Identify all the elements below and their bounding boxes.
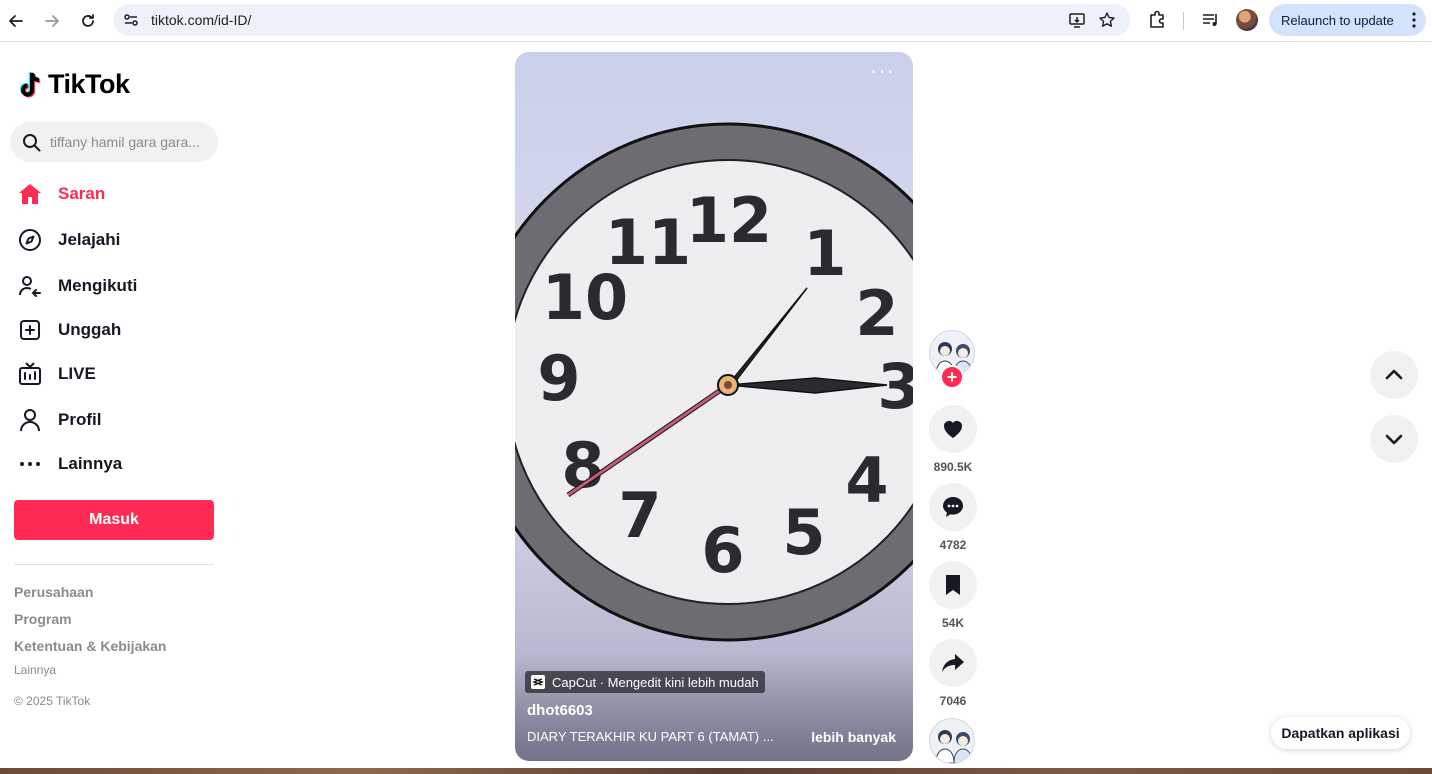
toolbar-divider xyxy=(1183,12,1184,30)
nav-label: Jelajahi xyxy=(58,230,121,249)
arrow-right-icon xyxy=(45,15,59,27)
media-controls-icon[interactable] xyxy=(1200,9,1222,31)
clock-number-3: 3 xyxy=(877,350,913,423)
footer-link-program[interactable]: Program xyxy=(14,611,72,627)
comment-count: 4782 xyxy=(939,538,967,552)
relaunch-label: Relaunch to update xyxy=(1281,12,1394,28)
nav-item-profil[interactable]: Profil xyxy=(18,404,101,436)
nav-label: Mengikuti xyxy=(58,276,138,295)
share-count: 7046 xyxy=(939,694,967,708)
clock-number-4: 4 xyxy=(845,444,888,517)
follow-button[interactable]: + xyxy=(940,365,964,389)
nav-item-mengikuti[interactable]: Mengikuti xyxy=(18,270,137,302)
chevron-up-icon xyxy=(1385,369,1403,380)
more-icon xyxy=(18,452,42,476)
comment-icon xyxy=(943,497,963,517)
nav-item-live[interactable]: LIVE xyxy=(18,358,96,390)
address-bar[interactable]: tiktok.com/id-ID/ xyxy=(114,4,1130,36)
clock-number-7: 7 xyxy=(618,479,661,552)
nav-item-saran[interactable]: Saran xyxy=(18,178,105,210)
video-more-options-icon[interactable]: ··· xyxy=(870,60,895,82)
nav-item-unggah[interactable]: Unggah xyxy=(18,314,121,346)
sidebar: TikTok Saran Jelajahi Mengikuti Unggah L… xyxy=(0,43,230,774)
nav-item-jelajahi[interactable]: Jelajahi xyxy=(18,224,120,256)
video-player[interactable]: 12 1 2 3 4 5 6 7 8 9 10 11 ··· CapCut · … xyxy=(515,52,913,761)
nav-label: Saran xyxy=(58,184,106,203)
next-video-avatar-image xyxy=(935,730,973,763)
clock-number-1: 1 xyxy=(803,217,846,290)
forward-button[interactable] xyxy=(40,9,64,33)
live-icon xyxy=(18,362,42,386)
search-input[interactable] xyxy=(50,122,210,162)
like-button[interactable] xyxy=(929,405,977,453)
chevron-down-icon xyxy=(1385,434,1403,445)
save-count: 54K xyxy=(941,616,964,630)
clock-number-11: 11 xyxy=(605,206,691,279)
like-count: 890.5K xyxy=(933,460,973,474)
desktop-background-strip xyxy=(0,768,1432,774)
video-caption: DIARY TERAKHIR KU PART 6 (TAMAT) ... xyxy=(527,729,774,744)
nav-label: Unggah xyxy=(58,320,122,339)
browser-profile-avatar[interactable] xyxy=(1236,9,1258,31)
clock-number-9: 9 xyxy=(537,342,580,415)
share-button[interactable] xyxy=(929,639,977,687)
kebab-menu-icon xyxy=(1412,12,1416,28)
upload-icon xyxy=(18,318,42,342)
comment-button[interactable] xyxy=(929,483,977,531)
clock-number-6: 6 xyxy=(701,514,744,587)
extensions-icon[interactable] xyxy=(1146,9,1168,31)
get-app-button[interactable]: Dapatkan aplikasi xyxy=(1271,717,1410,749)
search-bar[interactable] xyxy=(10,122,218,162)
reload-button[interactable] xyxy=(76,9,100,33)
browser-toolbar: tiktok.com/id-ID/ Relaunch to update xyxy=(0,0,1432,42)
compass-icon xyxy=(18,228,42,252)
capcut-badge[interactable]: CapCut · Mengedit kini lebih mudah xyxy=(525,671,765,693)
save-button[interactable] xyxy=(929,561,977,609)
home-icon xyxy=(18,182,42,206)
clock-number-12: 12 xyxy=(686,184,772,257)
nav-label: Profil xyxy=(58,410,102,429)
tiktok-logo[interactable]: TikTok xyxy=(18,69,130,100)
profile-icon xyxy=(18,408,42,432)
next-video-button[interactable] xyxy=(1370,415,1418,463)
arrow-left-icon xyxy=(9,15,23,27)
capcut-label: CapCut · Mengedit kini lebih mudah xyxy=(552,674,759,690)
tiktok-note-icon xyxy=(19,71,41,97)
site-settings-icon[interactable] xyxy=(122,11,140,29)
relaunch-button[interactable]: Relaunch to update xyxy=(1269,4,1426,36)
capcut-icon xyxy=(531,675,545,689)
sidebar-divider xyxy=(14,564,214,565)
heart-icon xyxy=(944,421,962,438)
bookmark-star-icon[interactable] xyxy=(1098,11,1116,29)
search-icon xyxy=(23,134,41,152)
next-video-avatar[interactable] xyxy=(929,718,975,764)
install-app-icon[interactable] xyxy=(1068,11,1086,29)
logo-text: TikTok xyxy=(48,69,130,99)
following-icon xyxy=(18,274,42,298)
reload-icon xyxy=(82,14,94,27)
back-button[interactable] xyxy=(4,9,28,33)
see-more-button[interactable]: lebih banyak xyxy=(811,729,896,745)
clock-number-5: 5 xyxy=(782,496,825,569)
nav-label: Lainnya xyxy=(58,454,123,473)
footer-link-ketentuan[interactable]: Ketentuan & Kebijakan xyxy=(14,638,166,654)
share-icon xyxy=(942,654,964,672)
footer-link-perusahaan[interactable]: Perusahaan xyxy=(14,584,93,600)
nav-label: LIVE xyxy=(58,364,96,383)
bookmark-icon xyxy=(946,575,960,595)
previous-video-button[interactable] xyxy=(1370,351,1418,399)
clock-number-2: 2 xyxy=(855,277,898,350)
copyright: © 2025 TikTok xyxy=(14,694,91,708)
login-button[interactable]: Masuk xyxy=(14,500,214,540)
nav-item-lainnya[interactable]: Lainnya xyxy=(18,448,122,480)
clock-number-8: 8 xyxy=(561,429,604,502)
footer-more-link[interactable]: Lainnya xyxy=(14,663,56,677)
url-text[interactable]: tiktok.com/id-ID/ xyxy=(151,12,251,28)
video-author-username[interactable]: dhot6603 xyxy=(527,702,593,719)
